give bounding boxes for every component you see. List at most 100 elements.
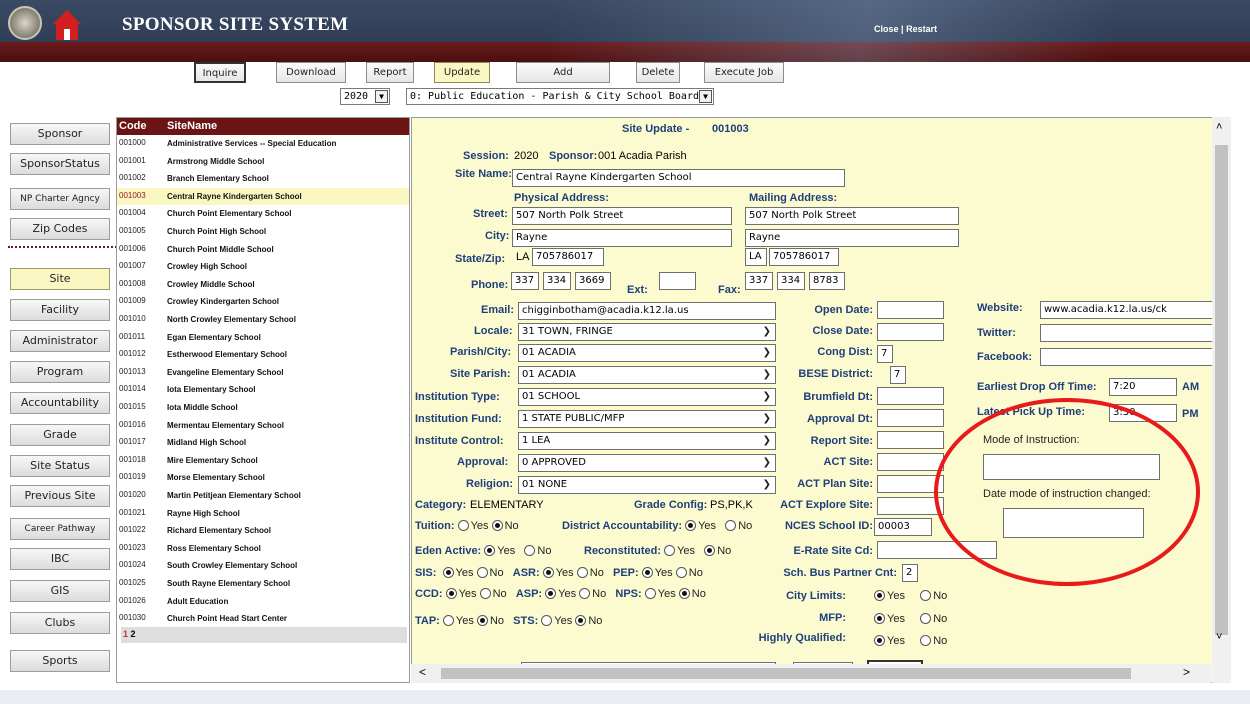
- scroll-right-icon[interactable]: >: [1183, 665, 1190, 679]
- institution-type-select[interactable]: 01 SCHOOL ❯: [518, 388, 776, 406]
- list-item[interactable]: 001008 Crowley Middle School: [117, 276, 409, 293]
- list-item[interactable]: 001006 Church Point Middle School: [117, 241, 409, 258]
- physical-city-input[interactable]: Rayne: [512, 229, 732, 247]
- scroll-left-icon[interactable]: <: [419, 665, 426, 679]
- sts-yes-radio[interactable]: [541, 615, 553, 626]
- facebook-input[interactable]: [1040, 348, 1225, 366]
- mailing-street-input[interactable]: 507 North Polk Street: [745, 207, 959, 225]
- scroll-down-icon[interactable]: ˅: [1216, 631, 1222, 643]
- list-item[interactable]: 001021 Rayne High School: [117, 505, 409, 522]
- sts-no-radio[interactable]: [575, 615, 587, 626]
- nav-previous-site[interactable]: Previous Site: [10, 485, 110, 507]
- vertical-scroll-thumb[interactable]: [1215, 145, 1228, 635]
- nav-site[interactable]: Site: [10, 268, 110, 290]
- highly-qualified-no-radio[interactable]: [920, 635, 932, 646]
- mfp-no-radio[interactable]: [920, 613, 932, 624]
- list-item[interactable]: 001026 Adult Education: [117, 593, 409, 610]
- eden-active-yes-radio[interactable]: [484, 545, 496, 556]
- tap-yes-radio[interactable]: [442, 615, 454, 626]
- list-item[interactable]: 001024 South Crowley Elementary School: [117, 557, 409, 574]
- institute-control-select[interactable]: 1 LEA ❯: [518, 432, 776, 450]
- phone-prefix-input[interactable]: 334: [543, 272, 571, 290]
- locale-select[interactable]: 31 TOWN, FRINGE ❯: [518, 323, 776, 341]
- sis-no-radio[interactable]: [476, 567, 488, 578]
- nav-np-charter-agency[interactable]: NP Charter Agncy: [10, 188, 110, 210]
- nces-school-id-input[interactable]: 00003: [874, 518, 932, 536]
- horizontal-scrollbar[interactable]: < >: [411, 664, 1211, 683]
- nps-no-radio[interactable]: [678, 588, 690, 599]
- list-item[interactable]: 001009 Crowley Kindergarten School: [117, 293, 409, 310]
- approval-dt-input[interactable]: [877, 409, 944, 427]
- act-site-input[interactable]: [877, 453, 944, 471]
- year-select[interactable]: 2020 ▼: [340, 88, 390, 105]
- list-item[interactable]: 001016 Mermentau Elementary School: [117, 417, 409, 434]
- parish-city-select[interactable]: 01 ACADIA ❯: [518, 344, 776, 362]
- fax-prefix-input[interactable]: 334: [777, 272, 805, 290]
- religion-select[interactable]: 01 NONE ❯: [518, 476, 776, 494]
- nps-yes-radio[interactable]: [644, 588, 656, 599]
- physical-zip-input[interactable]: 705786017: [532, 248, 604, 266]
- list-item[interactable]: 001000 Administrative Services -- Special…: [117, 135, 409, 152]
- institution-fund-select[interactable]: 1 STATE PUBLIC/MFP ❯: [518, 410, 776, 428]
- physical-street-input[interactable]: 507 North Polk Street: [512, 207, 732, 225]
- list-item[interactable]: 001015 Iota Middle School: [117, 399, 409, 416]
- asp-no-radio[interactable]: [579, 588, 591, 599]
- list-item[interactable]: 001007 Crowley High School: [117, 258, 409, 275]
- sch-bus-partner-input[interactable]: 2: [902, 564, 918, 582]
- pep-yes-radio[interactable]: [641, 567, 653, 578]
- nav-sponsor-status[interactable]: SponsorStatus: [10, 153, 110, 175]
- close-link[interactable]: Close: [874, 24, 899, 34]
- bese-district-input[interactable]: 7: [890, 366, 906, 384]
- mfp-yes-radio[interactable]: [874, 613, 885, 624]
- list-item[interactable]: 001012 Estherwood Elementary School: [117, 346, 409, 363]
- nav-grade[interactable]: Grade: [10, 424, 110, 446]
- report-site-input[interactable]: [877, 431, 944, 449]
- reconstituted-no-radio[interactable]: [704, 545, 716, 556]
- site-parish-select[interactable]: 01 ACADIA ❯: [518, 366, 776, 384]
- ccd-yes-radio[interactable]: [445, 588, 457, 599]
- mailing-zip-input[interactable]: 705786017: [769, 248, 839, 266]
- asr-yes-radio[interactable]: [542, 567, 554, 578]
- list-item[interactable]: 001005 Church Point High School: [117, 223, 409, 240]
- city-limits-yes-radio[interactable]: [874, 590, 885, 601]
- open-date-input[interactable]: [877, 301, 944, 319]
- city-limits-no-radio[interactable]: [920, 590, 932, 601]
- list-item[interactable]: 001003 Central Rayne Kindergarten School: [117, 187, 409, 205]
- report-button[interactable]: Report: [366, 62, 414, 83]
- horizontal-scroll-thumb[interactable]: [441, 668, 1131, 679]
- nav-ibc[interactable]: IBC: [10, 548, 110, 570]
- asp-yes-radio[interactable]: [545, 588, 557, 599]
- asr-no-radio[interactable]: [576, 567, 588, 578]
- ext-input[interactable]: [659, 272, 696, 290]
- nav-administrator[interactable]: Administrator: [10, 330, 110, 352]
- phone-area-input[interactable]: 337: [511, 272, 539, 290]
- scroll-up-icon[interactable]: ˄: [1216, 121, 1222, 133]
- list-item[interactable]: 001017 Midland High School: [117, 434, 409, 451]
- list-item[interactable]: 001001 Armstrong Middle School: [117, 153, 409, 170]
- add-button[interactable]: Add: [516, 62, 610, 83]
- highly-qualified-yes-radio[interactable]: [874, 635, 885, 646]
- list-item[interactable]: 001011 Egan Elementary School: [117, 329, 409, 346]
- restart-link[interactable]: Restart: [906, 24, 937, 34]
- website-input[interactable]: www.acadia.k12.la.us/ck: [1040, 301, 1225, 319]
- nav-site-status[interactable]: Site Status: [10, 455, 110, 477]
- page-1-link[interactable]: 1: [123, 629, 128, 639]
- list-item[interactable]: 001013 Evangeline Elementary School: [117, 364, 409, 381]
- phone-line-input[interactable]: 3669: [575, 272, 611, 290]
- list-item[interactable]: 001014 Iota Elementary School: [117, 381, 409, 398]
- sis-yes-radio[interactable]: [442, 567, 454, 578]
- site-name-input[interactable]: Central Rayne Kindergarten School: [512, 169, 845, 187]
- tap-no-radio[interactable]: [476, 615, 488, 626]
- download-button[interactable]: Download: [276, 62, 346, 83]
- nav-accountability[interactable]: Accountability: [10, 392, 110, 414]
- update-button[interactable]: Update: [434, 62, 490, 83]
- email-input[interactable]: chigginbotham@acadia.k12.la.us: [518, 302, 776, 320]
- page-2-link[interactable]: 2: [131, 629, 136, 639]
- list-item[interactable]: 001022 Richard Elementary School: [117, 522, 409, 539]
- pep-no-radio[interactable]: [675, 567, 687, 578]
- close-date-input[interactable]: [877, 323, 944, 341]
- fax-area-input[interactable]: 337: [745, 272, 773, 290]
- nav-zip-codes[interactable]: Zip Codes: [10, 218, 110, 240]
- tuition-yes-radio[interactable]: [457, 520, 469, 531]
- ccd-no-radio[interactable]: [479, 588, 491, 599]
